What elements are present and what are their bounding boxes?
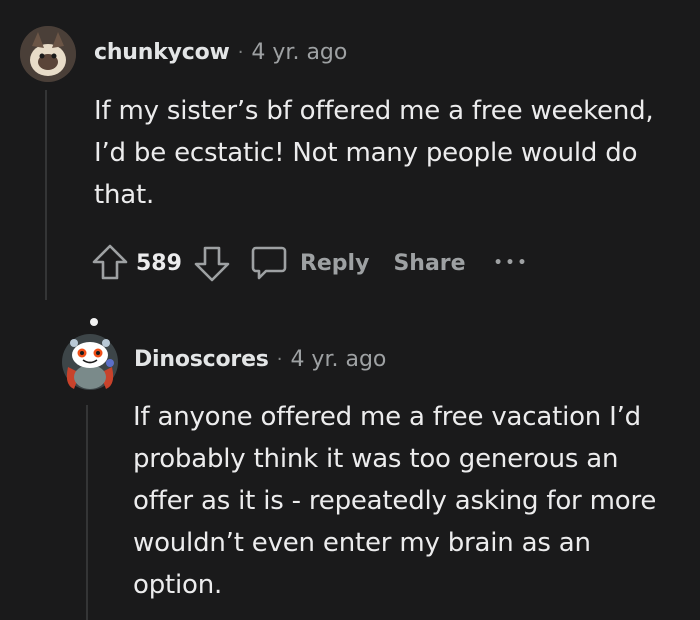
timestamp[interactable]: 4 yr. ago [290,347,386,372]
comment-line: probably think it was too generous an [133,444,619,474]
comment-line: I’d be ecstatic! Not many people would d… [94,138,638,168]
comment-meta: Dinoscores · 4 yr. ago [134,347,386,372]
share-button[interactable]: Share [393,251,465,276]
comment-body: If my sister’s bf offered me a free week… [94,90,654,216]
share-label: Share [393,250,466,276]
timestamp[interactable]: 4 yr. ago [251,40,347,65]
upvote-icon[interactable] [90,243,130,283]
vote-count: 589 [136,250,182,276]
avatar[interactable] [20,26,76,82]
comment-body: If anyone offered me a free vacation I’d… [133,396,656,606]
comment-line: offer as it is - repeatedly asking for m… [133,486,657,516]
meta-separator: · [237,42,244,63]
comment-line: If anyone offered me a free vacation I’d [133,402,641,432]
reply-label: Reply [299,250,370,276]
thread-line-child[interactable] [86,405,88,620]
comment-actions: 589 Reply Share ••• [90,243,529,283]
comment-meta: chunkycow · 4 yr. ago [94,40,347,65]
cat-avatar-icon [20,26,76,82]
more-icon: ••• [493,255,530,271]
comment-line: wouldn’t even enter my brain as an [133,528,591,558]
username[interactable]: chunkycow [94,40,230,65]
thread-line-top[interactable] [45,90,47,300]
more-options-button[interactable]: ••• [494,255,530,271]
comment-line: option. [133,570,223,600]
downvote-icon[interactable] [192,243,232,283]
comment-line: that. [94,180,155,210]
comment-line: If my sister’s bf offered me a free week… [94,96,654,126]
meta-separator: · [276,349,283,370]
avatar[interactable] [60,315,120,390]
reply-button[interactable]: Reply [250,244,370,282]
snoo-avatar-icon [62,318,118,390]
comment-bubble-icon [250,244,288,282]
username[interactable]: Dinoscores [134,347,269,372]
